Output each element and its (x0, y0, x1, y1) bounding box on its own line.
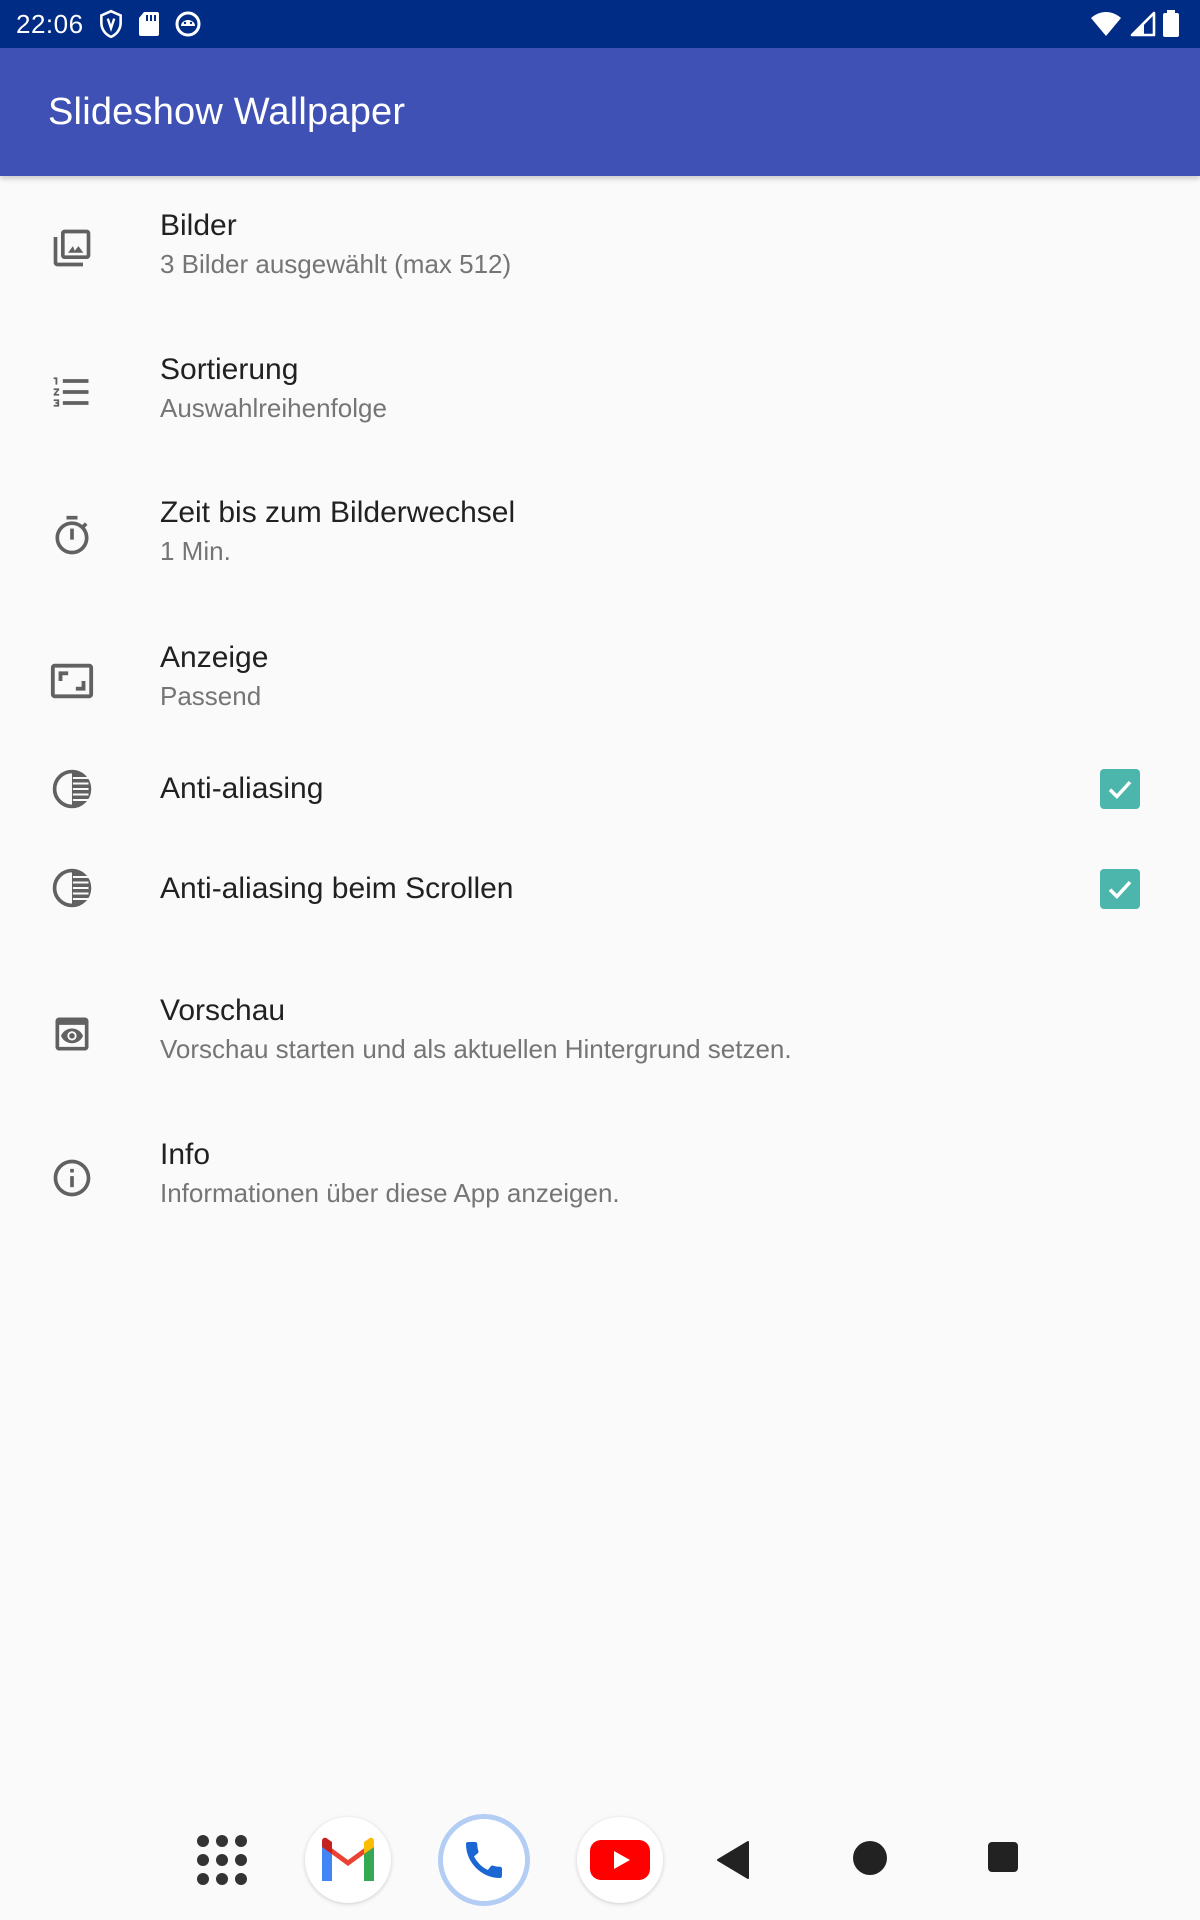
app-title: Slideshow Wallpaper (48, 90, 406, 133)
antialiasing-scroll-checkbox[interactable] (1100, 869, 1140, 909)
pref-info-summary: Informationen über diese App anzeigen. (160, 1178, 620, 1208)
pref-display-title: Anzeige (160, 641, 269, 674)
back-icon[interactable] (712, 1836, 756, 1884)
pref-interval-summary: 1 Min. (160, 536, 231, 566)
status-time: 22:06 (16, 8, 84, 39)
pref-antialiasing[interactable]: Anti-aliasing (0, 736, 1200, 842)
shield-icon (98, 9, 124, 39)
signal-icon (1128, 11, 1156, 37)
pref-preview[interactable]: Vorschau Vorschau starten und als aktuel… (0, 968, 1200, 1113)
antialiasing-checkbox[interactable] (1100, 769, 1140, 809)
image-library-icon (48, 224, 96, 272)
preview-icon (48, 1010, 96, 1058)
navigation-bar (0, 1800, 1200, 1920)
pref-sorting-title: Sortierung (160, 353, 299, 386)
pref-info-title: Info (160, 1138, 211, 1171)
pref-sorting-summary: Auswahlreihenfolge (160, 393, 387, 423)
app-drawer-icon[interactable] (192, 1830, 252, 1890)
android-icon (174, 10, 202, 38)
check-icon (1108, 780, 1132, 800)
numbered-list-icon (48, 368, 96, 416)
pref-images-summary: 3 Bilder ausgewählt (max 512) (160, 249, 512, 279)
pref-antialiasing-scroll[interactable]: Anti-aliasing beim Scrollen (0, 842, 1200, 968)
pref-preview-title: Vorschau (160, 994, 286, 1027)
pref-display[interactable]: Anzeige Passend (0, 610, 1200, 736)
gmail-icon[interactable] (305, 1817, 391, 1903)
preference-list: Bilder 3 Bilder ausgewählt (max 512) Sor… (0, 176, 1200, 1258)
pref-antialiasing-scroll-title: Anti-aliasing beim Scrollen (160, 872, 514, 905)
pref-interval[interactable]: Zeit bis zum Bilderwechsel 1 Min. (0, 465, 1200, 610)
recents-icon[interactable] (986, 1840, 1020, 1874)
battery-icon (1162, 10, 1180, 38)
phone-icon[interactable] (438, 1814, 530, 1906)
pref-images[interactable]: Bilder 3 Bilder ausgewählt (max 512) (0, 176, 1200, 320)
pref-interval-title: Zeit bis zum Bilderwechsel (160, 496, 516, 529)
pref-sorting[interactable]: Sortierung Auswahlreihenfolge (0, 320, 1200, 465)
pref-images-title: Bilder (160, 209, 237, 242)
gradient-icon (48, 864, 96, 912)
timer-icon (48, 512, 96, 560)
gradient-icon (48, 765, 96, 813)
pref-display-summary: Passend (160, 681, 262, 711)
info-icon (48, 1154, 96, 1202)
pref-antialiasing-title: Anti-aliasing (160, 772, 324, 805)
wifi-icon (1090, 11, 1122, 37)
sd-card-icon (138, 11, 160, 37)
app-bar: Slideshow Wallpaper (0, 48, 1200, 176)
status-bar: 22:06 (0, 0, 1200, 48)
youtube-icon[interactable] (577, 1817, 663, 1903)
aspect-ratio-icon (48, 657, 96, 705)
pref-info[interactable]: Info Informationen über diese App anzeig… (0, 1113, 1200, 1258)
home-icon[interactable] (850, 1838, 890, 1878)
check-icon (1108, 880, 1132, 900)
pref-preview-summary: Vorschau starten und als aktuellen Hinte… (160, 1034, 792, 1064)
